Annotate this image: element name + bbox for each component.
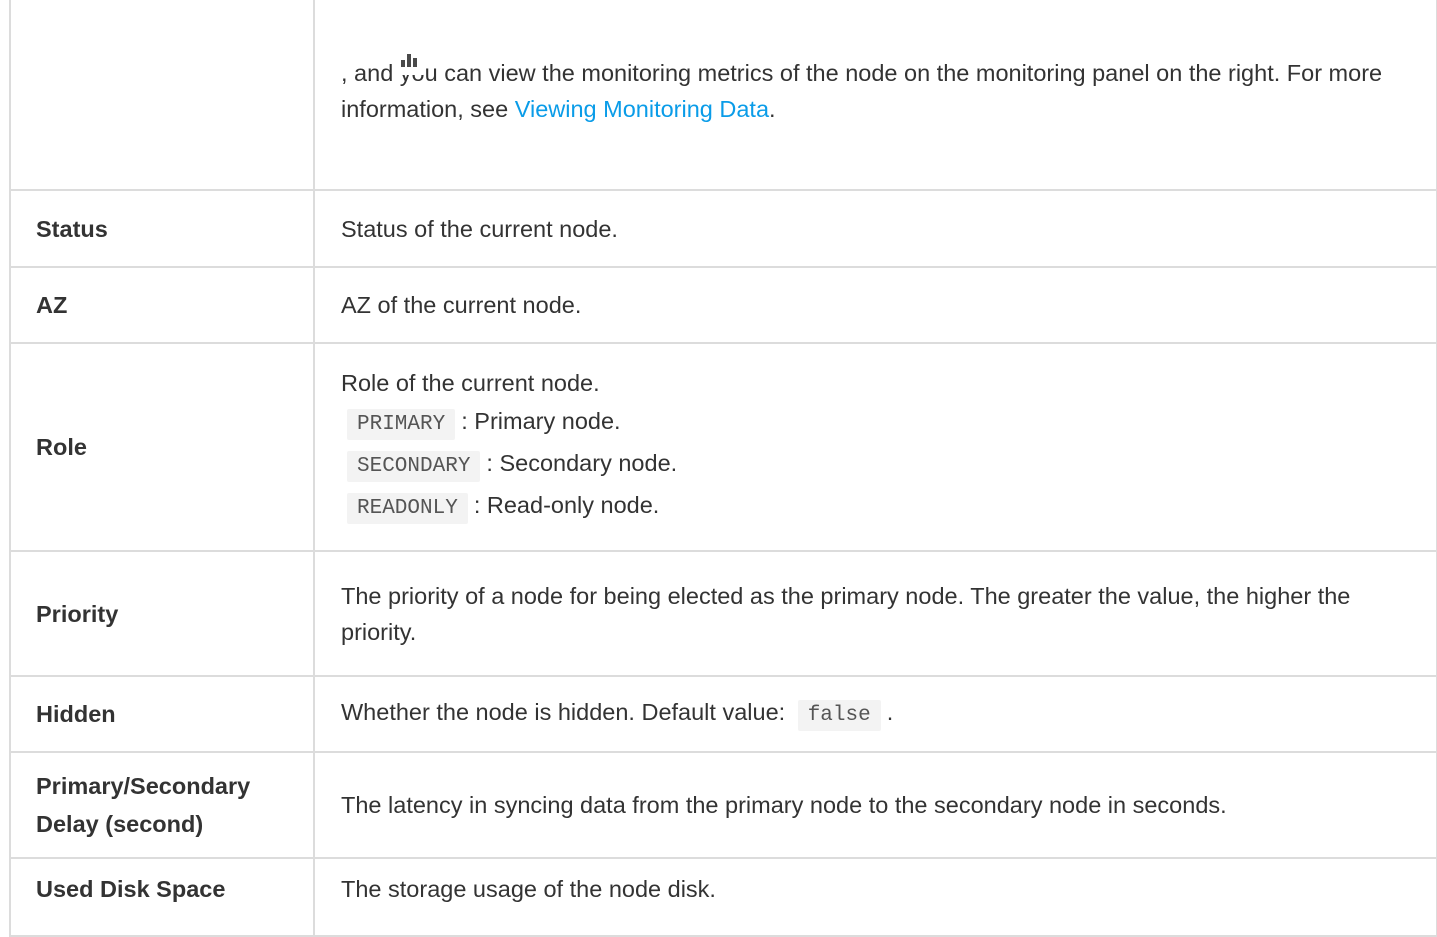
table-row: Status Status of the current node. bbox=[9, 189, 1437, 268]
role-desc-text: Role of the current node. bbox=[341, 370, 600, 396]
hidden-desc-text: Whether the node is hidden. Default valu… bbox=[341, 699, 786, 725]
role-item-secondary: SECONDARY: Secondary node. bbox=[341, 445, 1416, 485]
table-row: Used Disk Space The storage usage of the… bbox=[9, 857, 1437, 937]
desc-text: , and you can view the monitoring metric… bbox=[341, 60, 1383, 122]
param-name-az: AZ bbox=[9, 266, 315, 344]
table-row: AZ AZ of the current node. bbox=[9, 266, 1437, 344]
param-desc-az: AZ of the current node. bbox=[313, 266, 1437, 344]
role-item-primary: PRIMARY: Primary node. bbox=[341, 403, 1416, 443]
monitoring-bar-chart-icon[interactable] bbox=[392, 43, 426, 75]
param-name-role: Role bbox=[9, 342, 315, 552]
role-item-readonly: READONLY: Read-only node. bbox=[341, 487, 1416, 527]
viewing-monitoring-data-link[interactable]: Viewing Monitoring Data bbox=[515, 96, 769, 122]
hidden-desc-suffix: . bbox=[886, 699, 894, 725]
hidden-default-code: false bbox=[797, 700, 881, 731]
param-desc-delay: The latency in syncing data from the pri… bbox=[313, 751, 1437, 859]
param-desc-priority: The priority of a node for being elected… bbox=[313, 550, 1437, 677]
param-desc-hidden: Whether the node is hidden. Default valu… bbox=[313, 675, 1437, 753]
param-name-disk: Used Disk Space bbox=[9, 857, 315, 937]
desc-text-end: . bbox=[769, 96, 776, 122]
param-desc-status: Status of the current node. bbox=[313, 189, 1437, 268]
param-desc-role: Role of the current node. PRIMARY: Prima… bbox=[313, 342, 1437, 552]
role-code-readonly: READONLY bbox=[347, 493, 468, 524]
param-desc-cell: , and you can view the monitoring metric… bbox=[313, 0, 1437, 191]
param-desc-disk: The storage usage of the node disk. bbox=[313, 857, 1437, 937]
role-code-primary: PRIMARY bbox=[347, 409, 456, 440]
param-name-hidden: Hidden bbox=[9, 675, 315, 753]
param-name-priority: Priority bbox=[9, 550, 315, 677]
role-code-secondary: SECONDARY bbox=[347, 451, 481, 482]
node-info-table: , and you can view the monitoring metric… bbox=[9, 0, 1437, 937]
table-row: Role Role of the current node. PRIMARY: … bbox=[9, 342, 1437, 552]
table-row: Hidden Whether the node is hidden. Defau… bbox=[9, 675, 1437, 753]
table-row: Priority The priority of a node for bein… bbox=[9, 550, 1437, 677]
role-text-primary: : Primary node. bbox=[461, 408, 621, 434]
table-row: , and you can view the monitoring metric… bbox=[9, 0, 1437, 191]
table-row: Primary/Secondary Delay (second) The lat… bbox=[9, 751, 1437, 859]
param-name-status: Status bbox=[9, 189, 315, 268]
role-text-readonly: : Read-only node. bbox=[473, 492, 660, 518]
param-name-delay: Primary/Secondary Delay (second) bbox=[9, 751, 315, 859]
param-name-cell bbox=[9, 0, 315, 191]
role-text-secondary: : Secondary node. bbox=[486, 450, 678, 476]
